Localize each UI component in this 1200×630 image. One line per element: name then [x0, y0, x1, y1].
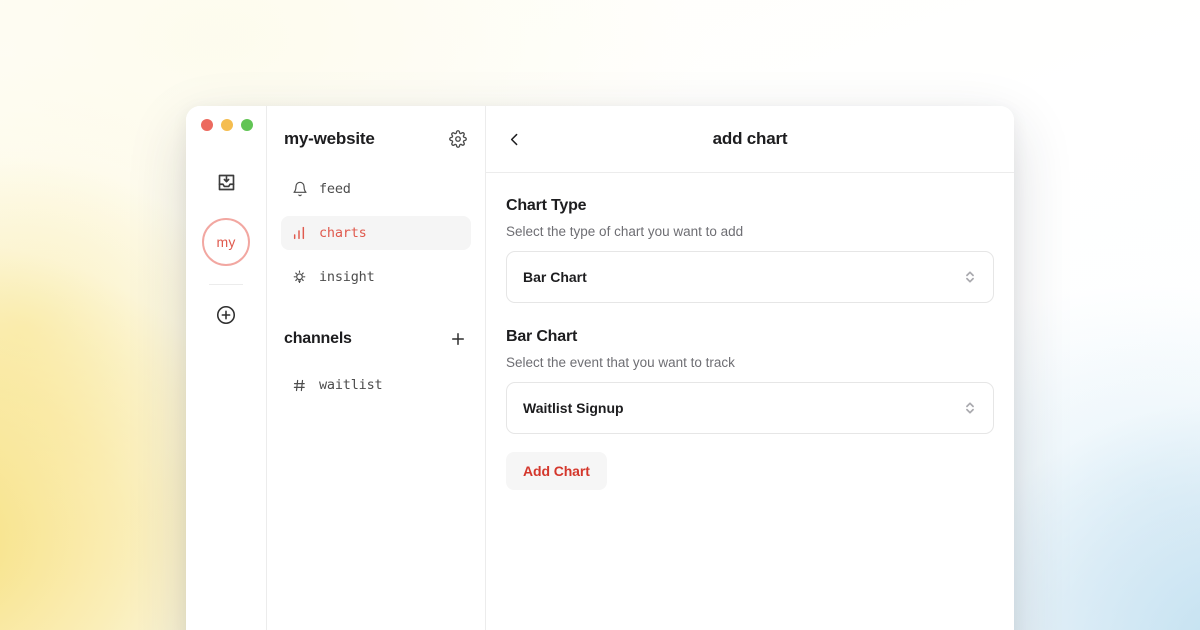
- add-chart-form: Chart Type Select the type of chart you …: [486, 173, 1014, 490]
- plus-icon[interactable]: [449, 330, 467, 348]
- avatar-label: my: [216, 234, 235, 250]
- workspace-title: my-website: [284, 129, 375, 149]
- channel-item-label: waitlist: [319, 377, 382, 393]
- close-button[interactable]: [201, 119, 213, 131]
- chevron-left-icon[interactable]: [506, 131, 523, 148]
- form-spacer: [506, 303, 994, 328]
- field-description: Select the event that you want to track: [506, 355, 994, 370]
- field-description: Select the type of chart you want to add: [506, 224, 994, 239]
- sidebar-item-feed[interactable]: feed: [281, 172, 471, 206]
- channels-section-header: channels: [281, 322, 471, 356]
- minimize-button[interactable]: [221, 119, 233, 131]
- maximize-button[interactable]: [241, 119, 253, 131]
- rail-divider: [209, 284, 243, 285]
- inbox-download-icon[interactable]: [208, 164, 244, 200]
- page-title: add chart: [486, 129, 1014, 149]
- chevron-up-down-icon: [963, 268, 977, 286]
- plus-circle-icon[interactable]: [213, 302, 239, 328]
- main-panel: add chart Chart Type Select the type of …: [486, 106, 1014, 630]
- field-chart-type: Chart Type Select the type of chart you …: [506, 197, 994, 303]
- lightbulb-icon: [291, 269, 308, 286]
- add-chart-button[interactable]: Add Chart: [506, 452, 607, 490]
- app-window: my my-website: [186, 106, 1014, 630]
- channels-section-title: channels: [284, 330, 352, 348]
- event-value: Waitlist Signup: [523, 400, 624, 416]
- chevron-up-down-icon: [963, 399, 977, 417]
- field-title: Chart Type: [506, 197, 994, 215]
- field-title: Bar Chart: [506, 328, 994, 346]
- sidebar-item-label: feed: [319, 181, 351, 197]
- main-header: add chart: [486, 106, 1014, 173]
- bell-icon: [291, 181, 308, 197]
- bar-chart-icon: [291, 225, 308, 241]
- sidebar-item-label: insight: [319, 269, 375, 285]
- workspace-rail: my: [186, 106, 267, 630]
- sidebar-item-charts[interactable]: charts: [281, 216, 471, 250]
- event-select[interactable]: Waitlist Signup: [506, 382, 994, 434]
- sidebar: my-website feed: [267, 106, 486, 630]
- channel-item-waitlist[interactable]: waitlist: [281, 368, 471, 402]
- sidebar-item-insight[interactable]: insight: [281, 260, 471, 294]
- chart-type-value: Bar Chart: [523, 269, 587, 285]
- field-event: Bar Chart Select the event that you want…: [506, 328, 994, 434]
- sidebar-item-label: charts: [319, 225, 367, 241]
- chart-type-select[interactable]: Bar Chart: [506, 251, 994, 303]
- gear-icon[interactable]: [449, 130, 467, 148]
- hash-icon: [291, 378, 308, 393]
- window-traffic-lights: [186, 106, 266, 144]
- avatar[interactable]: my: [202, 218, 250, 266]
- channel-list: waitlist: [281, 368, 471, 402]
- sidebar-nav: feed charts insight: [281, 172, 471, 294]
- workspace-header: my-website: [281, 106, 471, 172]
